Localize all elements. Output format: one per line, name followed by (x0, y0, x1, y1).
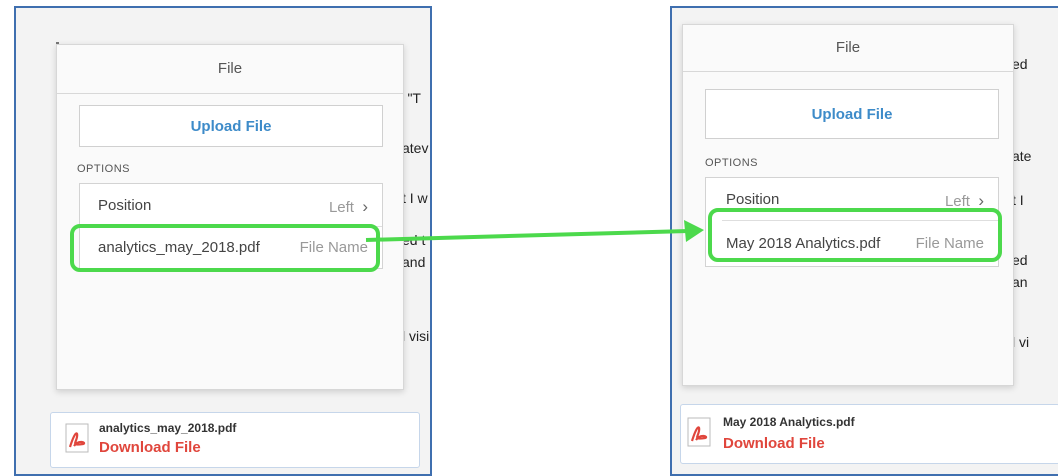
connector-arrow (365, 220, 704, 242)
arrow-line (365, 229, 689, 242)
arrow-head (684, 220, 704, 242)
